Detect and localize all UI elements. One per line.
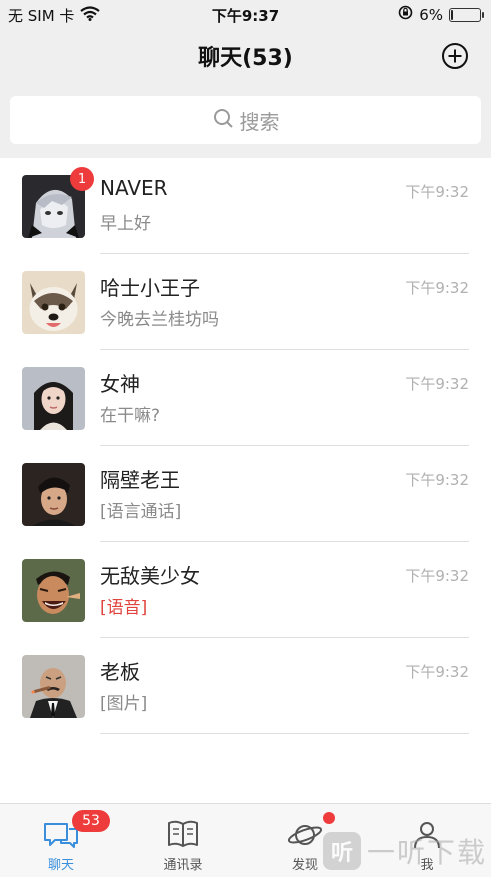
tab-chats[interactable]: 53 聊天 — [0, 804, 122, 877]
chat-list-item[interactable]: 哈士小王子 下午9:32 今晚去兰桂坊吗 — [0, 254, 491, 350]
chat-time: 下午9:32 — [405, 471, 469, 489]
watermark: 听 一听下载 — [322, 831, 487, 871]
chat-preview: [语言通话] — [100, 502, 182, 522]
boss-avatar-icon — [22, 655, 85, 718]
status-bar: 无 SIM 卡 下午9:37 6% — [0, 0, 491, 28]
chat-preview: [语音] — [100, 598, 148, 618]
chat-list-item[interactable]: 老板 下午9:32 [图片] — [0, 638, 491, 734]
chat-name: 老板 — [100, 660, 140, 684]
divider — [100, 733, 469, 734]
chat-name: 无敌美少女 — [100, 564, 200, 588]
chat-name: 隔壁老王 — [100, 468, 180, 492]
tab-label: 聊天 — [47, 858, 74, 873]
planet-icon — [285, 818, 325, 850]
chat-list-item[interactable]: 无敌美少女 下午9:32 [语音] — [0, 542, 491, 638]
chat-list-item[interactable]: 1 NAVER 下午9:32 早上好 — [0, 158, 491, 254]
tab-label: 通讯录 — [163, 858, 203, 873]
tab-contacts[interactable]: 通讯录 — [122, 804, 244, 877]
avatar — [22, 463, 85, 526]
search-icon — [212, 107, 234, 134]
laughing-avatar-icon — [22, 559, 85, 622]
search-area: 搜索 — [0, 86, 491, 158]
chat-time: 下午9:32 — [405, 663, 469, 681]
plus-circle-icon — [442, 43, 468, 69]
man-avatar-icon — [22, 463, 85, 526]
avatar — [22, 367, 85, 430]
girl-avatar-icon — [22, 367, 85, 430]
chat-list: 1 NAVER 下午9:32 早上好 哈士小王子 下午9:32 今晚去兰桂坊吗 … — [0, 158, 491, 734]
battery-level — [451, 9, 453, 20]
battery-icon — [449, 7, 484, 22]
orientation-lock-icon — [398, 5, 413, 24]
chat-list-item[interactable]: 隔壁老王 下午9:32 [语言通话] — [0, 446, 491, 542]
chat-time: 下午9:32 — [405, 375, 469, 393]
chat-list-item[interactable]: 女神 下午9:32 在干嘛? — [0, 350, 491, 446]
husky-avatar-icon — [22, 271, 85, 334]
watermark-logo: 听 — [322, 832, 361, 870]
avatar — [22, 271, 85, 334]
add-button[interactable] — [441, 42, 469, 70]
tab-badge: 53 — [72, 810, 110, 832]
app-screen: 无 SIM 卡 下午9:37 6% 聊天(53) 搜索 1 NAVER 下午9:… — [0, 0, 491, 877]
watermark-text: 一听下载 — [366, 836, 487, 869]
search-input[interactable]: 搜索 — [10, 96, 481, 144]
chat-time: 下午9:32 — [405, 279, 469, 297]
search-placeholder: 搜索 — [239, 109, 280, 134]
avatar — [22, 559, 85, 622]
chat-preview: 在干嘛? — [100, 406, 161, 426]
contacts-book-icon — [163, 818, 203, 850]
battery-percent: 6% — [419, 5, 443, 24]
chat-preview: [图片] — [100, 694, 148, 714]
avatar — [22, 655, 85, 718]
page-title: 聊天(53) — [198, 46, 293, 71]
unread-badge: 1 — [70, 167, 94, 191]
chat-name: 哈士小王子 — [100, 276, 200, 300]
chat-name: NAVER — [100, 176, 168, 200]
tab-dot — [323, 812, 335, 824]
tab-bar: 53 聊天 通讯录 发现 我 听 一听下载 — [0, 803, 491, 877]
nav-bar: 聊天(53) — [0, 28, 491, 86]
chat-time: 下午9:32 — [405, 183, 469, 201]
chat-preview: 今晚去兰桂坊吗 — [100, 310, 219, 330]
status-right: 6% — [398, 5, 484, 24]
chat-name: 女神 — [100, 372, 140, 396]
chat-time: 下午9:32 — [405, 567, 469, 585]
chat-preview: 早上好 — [100, 214, 151, 234]
